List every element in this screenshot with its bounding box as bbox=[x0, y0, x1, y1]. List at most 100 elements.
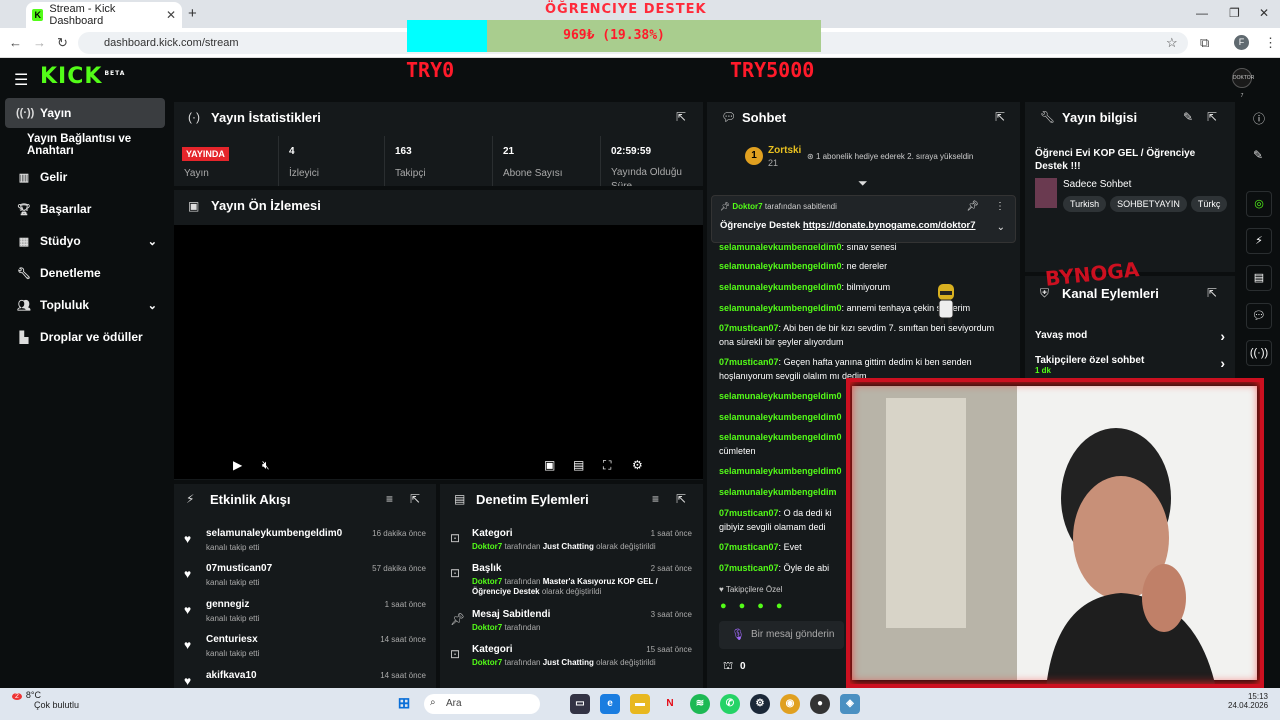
activity-user[interactable]: gennegiz bbox=[206, 599, 249, 610]
chat-user[interactable]: 07mustican07 bbox=[719, 563, 779, 573]
chat-user[interactable]: selamunaleykumbengeldim0 bbox=[719, 391, 842, 401]
chat-user[interactable]: 07mustican07 bbox=[719, 323, 779, 333]
browser-tab[interactable]: K Stream - Kick Dashboard ✕ bbox=[26, 2, 182, 28]
whatsapp-icon[interactable]: ✆ bbox=[720, 694, 740, 714]
kick-logo[interactable]: KICK BETA bbox=[40, 64, 125, 89]
rail-camera-button[interactable]: ◎ bbox=[1246, 191, 1272, 217]
new-tab-icon[interactable]: + bbox=[188, 5, 197, 22]
sidebar-item-droplar[interactable]: ▙ Droplar ve ödüller bbox=[5, 322, 165, 352]
sidebar-item-stream-key[interactable]: Yayın Bağlantısı ve Anahtarı bbox=[5, 130, 165, 160]
edit-pencil-icon[interactable]: ✎ bbox=[1183, 110, 1193, 124]
app-icon[interactable]: ◈ bbox=[840, 694, 860, 714]
unpin-icon[interactable]: 📌︎ bbox=[966, 201, 979, 212]
pip-icon[interactable]: ▣ bbox=[544, 458, 555, 472]
steam-icon[interactable]: ⚙ bbox=[750, 694, 770, 714]
sidebar-item-topluluk[interactable]: 👥︎ Topluluk ⌄ bbox=[5, 290, 165, 320]
maximize-icon[interactable]: ❐ bbox=[1229, 6, 1240, 20]
slow-mode-row[interactable]: Yavaş mod › bbox=[1035, 328, 1225, 346]
window-close-icon[interactable]: ✕ bbox=[1259, 6, 1269, 20]
popout-icon[interactable]: ⇱ bbox=[676, 110, 686, 124]
emote-icon[interactable]: ●●●● bbox=[720, 600, 795, 612]
pinned-link[interactable]: https://donate.bynogame.com/doktor7 bbox=[803, 220, 976, 231]
windows-start-icon[interactable]: ⊞ bbox=[394, 694, 414, 714]
browser-menu-icon[interactable]: ⋮ bbox=[1264, 35, 1277, 51]
theater-icon[interactable]: ▤ bbox=[573, 458, 584, 472]
netflix-icon[interactable]: N bbox=[660, 694, 680, 714]
popout-icon[interactable]: ⇱ bbox=[676, 492, 686, 506]
task-view-icon[interactable]: ▭ bbox=[570, 694, 590, 714]
chat-user[interactable]: 07mustican07 bbox=[719, 542, 779, 552]
more-icon[interactable]: ⋮ bbox=[995, 201, 1005, 212]
profile-avatar[interactable]: DOKTOR 7 bbox=[1232, 68, 1254, 99]
fullscreen-icon[interactable]: ⛶ bbox=[603, 458, 611, 473]
mod-user[interactable]: Doktor7 bbox=[472, 577, 502, 586]
popout-icon[interactable]: ⇱ bbox=[410, 492, 420, 506]
activity-user[interactable]: selamunaleykumbengeldim0 bbox=[206, 528, 342, 539]
sidebar-item-basarilar[interactable]: 🏆︎ Başarılar bbox=[5, 194, 165, 224]
rail-broadcast-button[interactable]: ((·)) bbox=[1246, 340, 1272, 366]
sidebar-item-denetleme[interactable]: 🔧︎ Denetleme bbox=[5, 258, 165, 288]
stat-value: 02:59:59 bbox=[611, 146, 652, 157]
popout-icon[interactable]: ⇱ bbox=[1207, 286, 1217, 300]
activity-user[interactable]: akifkava10 bbox=[206, 670, 257, 681]
activity-user[interactable]: 07mustican07 bbox=[206, 563, 272, 574]
minimize-icon[interactable]: — bbox=[1196, 6, 1208, 20]
rail-lightning-button[interactable]: ⚡︎ bbox=[1246, 228, 1272, 254]
mod-user[interactable]: Doktor7 bbox=[472, 623, 502, 632]
followers-only-row[interactable]: Takipçilere özel sohbet 1 dk › bbox=[1035, 355, 1225, 377]
pinned-user[interactable]: Doktor7 bbox=[732, 202, 762, 211]
play-icon[interactable]: ▶ bbox=[233, 458, 242, 472]
collapse-icon[interactable]: ⏷ bbox=[858, 176, 868, 191]
spotify-icon[interactable]: ≋ bbox=[690, 694, 710, 714]
chat-user[interactable]: 07mustican07 bbox=[719, 357, 779, 367]
stream-preview-player[interactable] bbox=[174, 225, 703, 479]
popout-icon[interactable]: ⇱ bbox=[1207, 110, 1217, 124]
hamburger-menu-icon[interactable]: ☰ bbox=[14, 70, 28, 90]
chevron-down-icon[interactable]: ⌄ bbox=[997, 222, 1005, 233]
points-icon[interactable]: ⛫ bbox=[723, 660, 733, 674]
filter-icon[interactable]: ≡ bbox=[386, 492, 393, 506]
chat-user[interactable]: selamunaleykumbengeldim0 bbox=[719, 242, 842, 250]
taskbar-clock[interactable]: 15:13 24.04.2026 bbox=[1228, 692, 1268, 710]
chat-user[interactable]: selamunaleykumbengeldim0 bbox=[719, 303, 842, 313]
popout-icon[interactable]: ⇱ bbox=[995, 110, 1005, 124]
chat-user[interactable]: selamunaleykumbengeldim0 bbox=[719, 412, 842, 422]
taskbar-search[interactable]: Ara bbox=[424, 694, 540, 714]
chrome-icon[interactable]: ◉ bbox=[780, 694, 800, 714]
file-explorer-icon[interactable]: ▬ bbox=[630, 694, 650, 714]
chat-user[interactable]: selamunaleykumbengeldim bbox=[719, 487, 837, 497]
info-icon[interactable]: ⓘ bbox=[1253, 110, 1265, 127]
top-gifter-name[interactable]: Zortski bbox=[768, 145, 801, 156]
filter-icon[interactable]: ≡ bbox=[652, 492, 659, 506]
extensions-icon[interactable]: ⧉ bbox=[1200, 35, 1209, 51]
chat-user[interactable]: selamunaleykumbengeldim0 bbox=[719, 432, 842, 442]
edge-icon[interactable]: e bbox=[600, 694, 620, 714]
weather-widget[interactable]: 2 8°C Çok bulutlu bbox=[12, 690, 79, 710]
chat-user[interactable]: selamunaleykumbengeldim0 bbox=[719, 282, 842, 292]
back-icon[interactable]: ← bbox=[9, 35, 22, 50]
microphone-icon[interactable]: 🎙︎ bbox=[731, 628, 745, 641]
activity-user[interactable]: Centuriesx bbox=[206, 634, 258, 645]
mute-icon[interactable]: 🔇︎ bbox=[262, 458, 270, 473]
bookmark-star-icon[interactable]: ☆ bbox=[1166, 35, 1178, 51]
rail-chat-button[interactable]: 💬︎ bbox=[1246, 303, 1272, 329]
settings-gear-icon[interactable]: ⚙ bbox=[632, 458, 643, 472]
forward-icon[interactable]: → bbox=[33, 35, 46, 50]
sidebar-item-yayin[interactable]: ((·)) Yayın bbox=[5, 98, 165, 128]
category-name[interactable]: Sadece Sohbet bbox=[1063, 179, 1131, 190]
rail-log-button[interactable]: ▤ bbox=[1246, 265, 1272, 291]
sidebar-item-studyo[interactable]: ▦ Stüdyo ⌄ bbox=[5, 226, 165, 256]
edit-pencil-icon[interactable]: ✎ bbox=[1253, 148, 1263, 162]
obs-icon[interactable]: ● bbox=[810, 694, 830, 714]
sidebar: ((·)) Yayın Yayın Bağlantısı ve Anahtarı … bbox=[0, 98, 170, 688]
browser-profile-avatar[interactable]: F bbox=[1234, 35, 1249, 50]
emote-bar[interactable]: ●●●● bbox=[720, 600, 840, 616]
close-tab-icon[interactable]: ✕ bbox=[166, 8, 176, 22]
chat-user[interactable]: selamunaleykumbengeldim0 bbox=[719, 466, 842, 476]
sidebar-item-gelir[interactable]: ▥ Gelir bbox=[5, 162, 165, 192]
mod-user[interactable]: Doktor7 bbox=[472, 658, 502, 667]
reload-icon[interactable]: ↻ bbox=[57, 35, 68, 51]
chat-user[interactable]: 07mustican07 bbox=[719, 508, 779, 518]
chat-user[interactable]: selamunaleykumbengeldim0 bbox=[719, 261, 842, 271]
mod-user[interactable]: Doktor7 bbox=[472, 542, 502, 551]
